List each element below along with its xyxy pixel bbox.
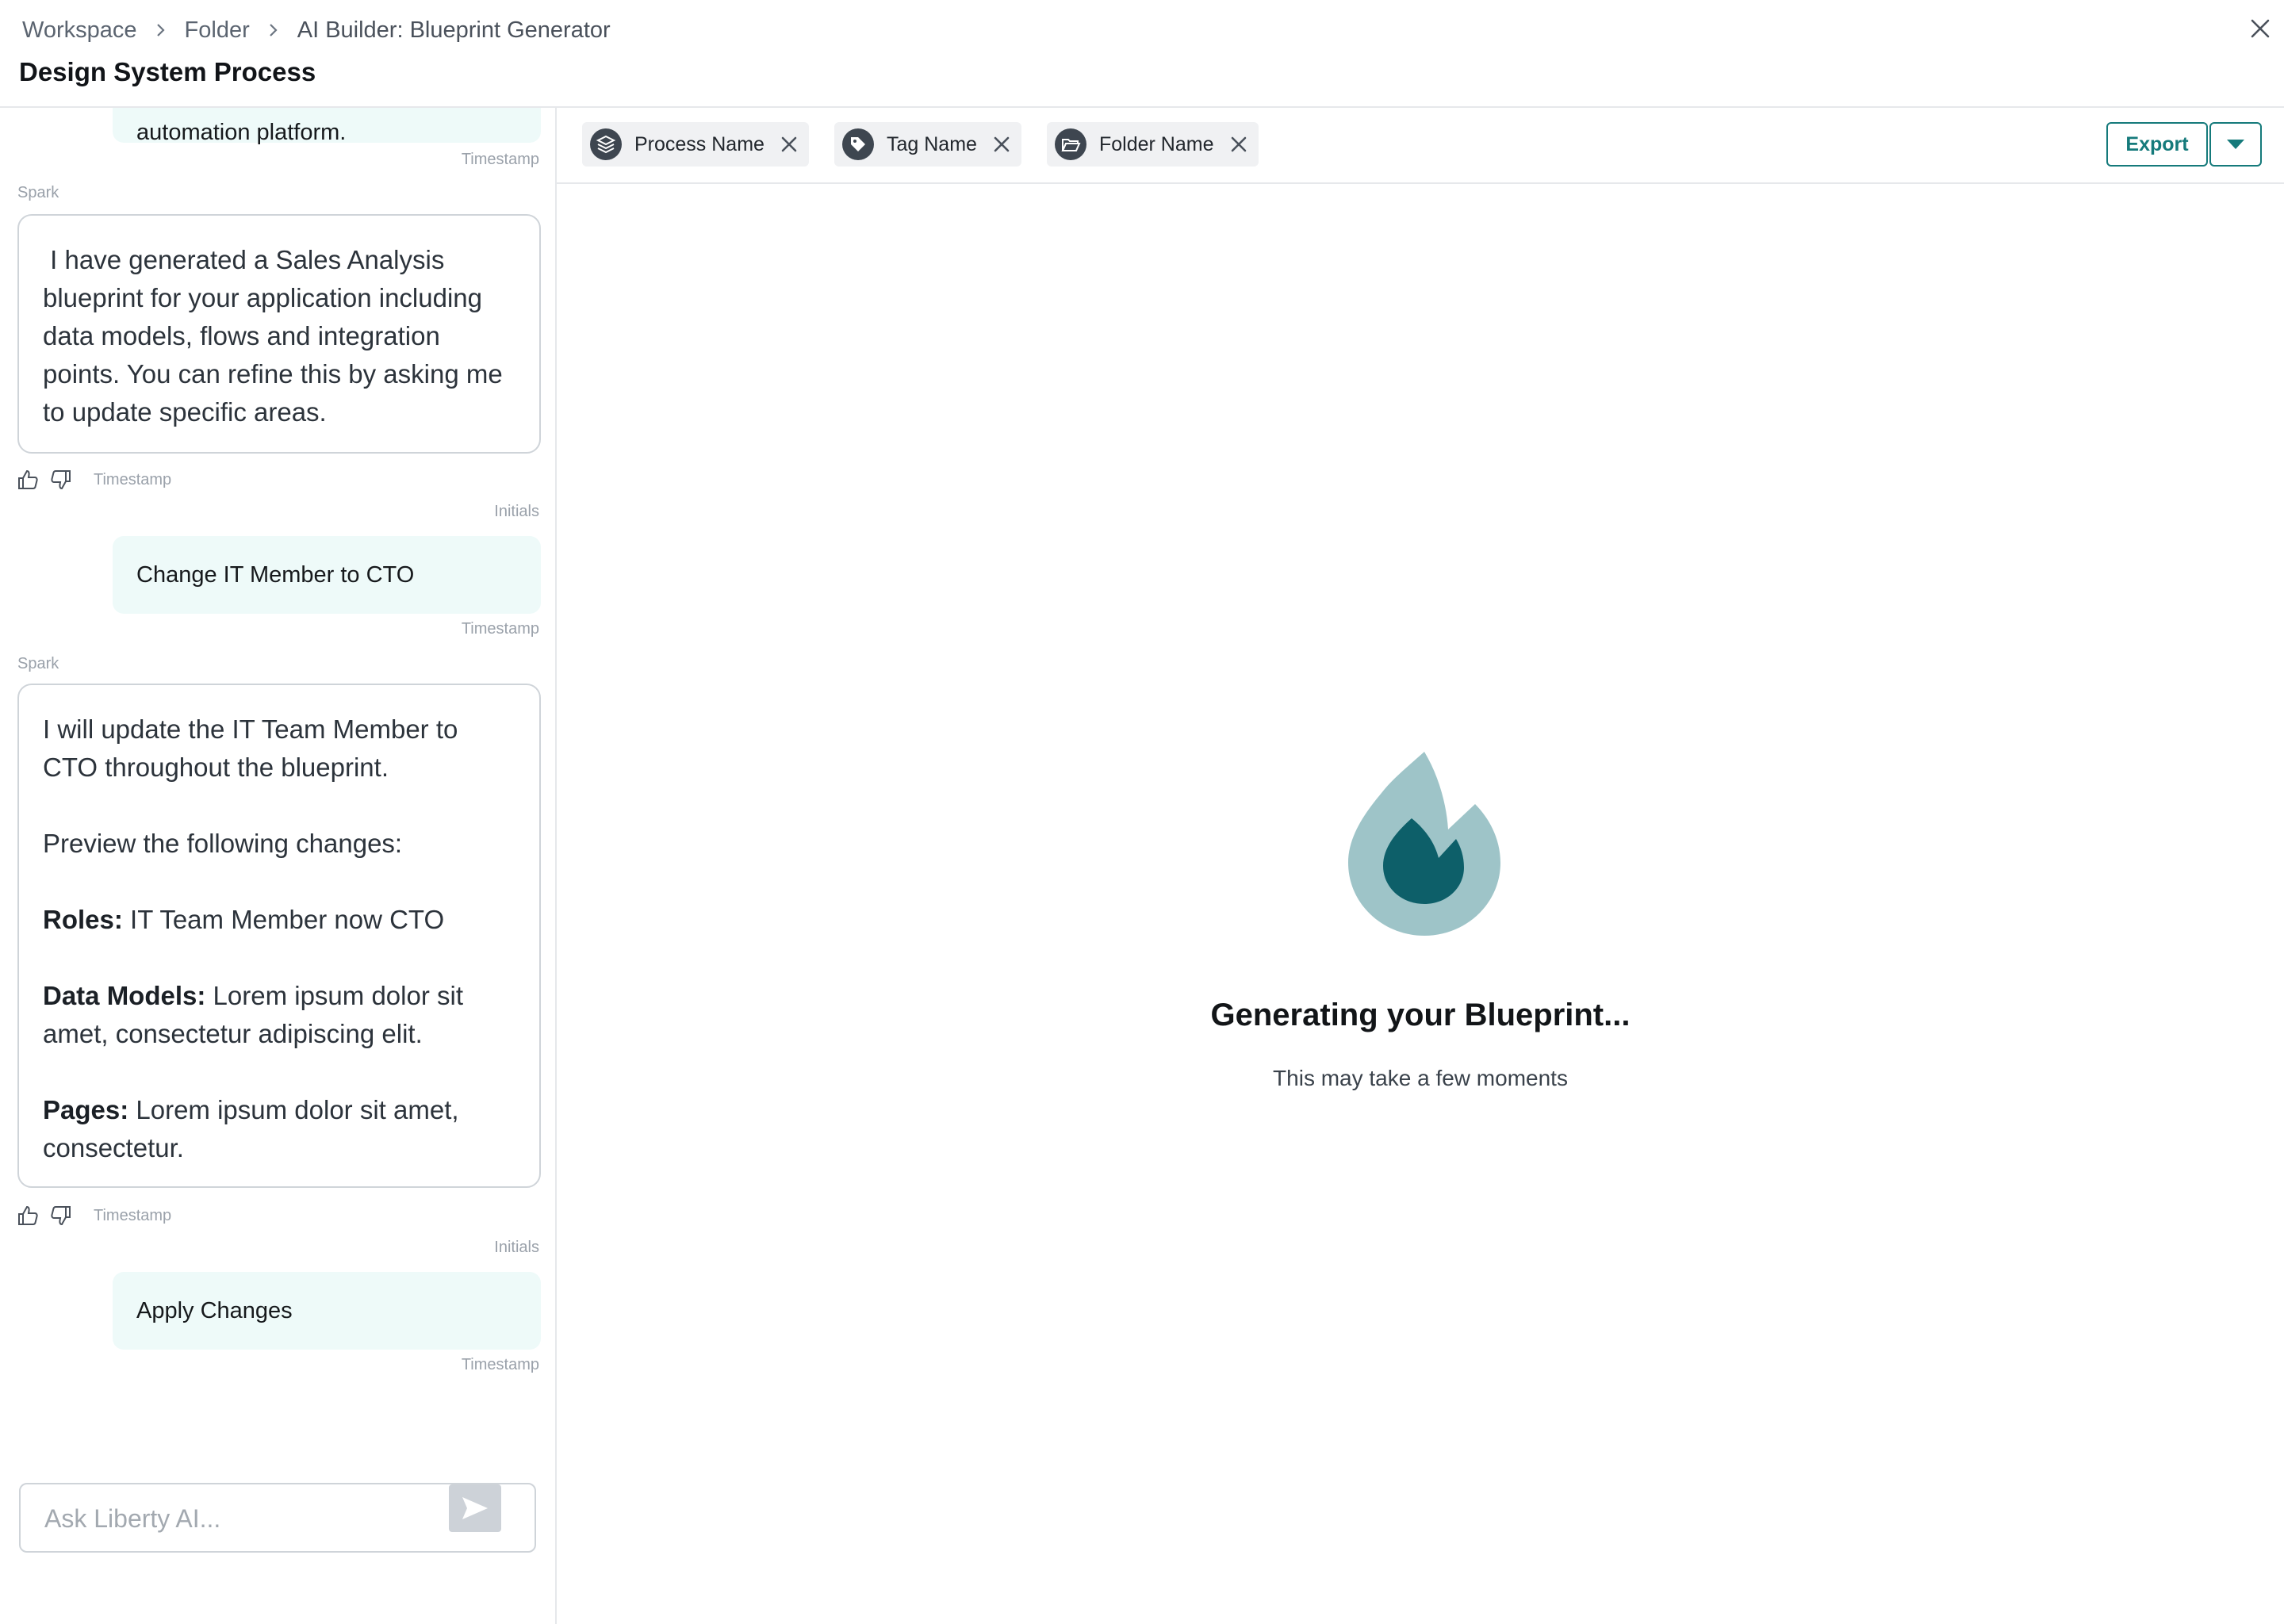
user-message-text: Apply Changes	[136, 1297, 293, 1323]
chip-label: Tag Name	[887, 132, 977, 155]
tag-icon	[842, 128, 874, 160]
sender-label: Spark	[17, 184, 59, 201]
chip-folder-name[interactable]: Folder Name	[1047, 122, 1259, 167]
loading-title: Generating your Blueprint...	[1210, 998, 1631, 1032]
change-pages: Pages: Lorem ipsum dolor sit amet, conse…	[43, 1091, 515, 1167]
flame-icon	[1348, 752, 1500, 936]
ai-message-text: I have generated a Sales Analysis bluepr…	[43, 245, 510, 427]
send-icon	[462, 1497, 488, 1519]
message-timestamp: Timestamp	[461, 151, 539, 168]
change-pages-label: Pages:	[43, 1095, 129, 1124]
app-window: Workspace Folder AI Builder: Blueprint G…	[0, 0, 2284, 1624]
close-icon[interactable]	[1227, 132, 1251, 156]
close-button[interactable]	[2246, 14, 2274, 43]
send-button[interactable]	[449, 1484, 501, 1532]
message-timestamp: Timestamp	[461, 620, 539, 638]
thumbs-up-icon[interactable]	[16, 1204, 40, 1228]
change-data-models: Data Models: Lorem ipsum dolor sit amet,…	[43, 977, 515, 1053]
thumbs-up-icon[interactable]	[16, 468, 40, 492]
message-timestamp: Timestamp	[94, 1206, 172, 1224]
message-timestamp: Timestamp	[461, 1356, 539, 1373]
toolbar: Process Name Tag Name Folder Name Export	[557, 108, 2284, 184]
ask-input-box	[19, 1483, 536, 1553]
chat-panel: automation platform. Timestamp Spark I h…	[0, 108, 557, 1624]
user-initials: Initials	[494, 503, 539, 520]
ai-message-bubble: I have generated a Sales Analysis bluepr…	[17, 214, 541, 454]
change-data-models-label: Data Models:	[43, 981, 206, 1010]
chevron-right-icon	[137, 22, 185, 38]
breadcrumb-folder[interactable]: Folder	[185, 17, 250, 44]
close-icon	[2251, 19, 2270, 38]
change-roles-text: IT Team Member now CTO	[122, 905, 445, 934]
chat-messages[interactable]: automation platform. Timestamp Spark I h…	[0, 108, 555, 1456]
export-dropdown-button[interactable]	[2209, 122, 2262, 167]
loading-subtitle: This may take a few moments	[1273, 1066, 1568, 1090]
thumbs-down-icon[interactable]	[49, 1204, 73, 1228]
ai-message-preview: Preview the following changes:	[43, 829, 403, 858]
chip-tag-name[interactable]: Tag Name	[834, 122, 1021, 167]
chip-label: Folder Name	[1099, 132, 1214, 155]
close-icon[interactable]	[990, 132, 1014, 156]
main-panel: Process Name Tag Name Folder Name Export…	[557, 108, 2284, 1624]
export-button[interactable]: Export	[2106, 122, 2208, 167]
page-title: Design System Process	[19, 57, 316, 86]
thumbs-down-icon[interactable]	[49, 468, 73, 492]
change-roles-label: Roles:	[43, 905, 123, 934]
layers-icon	[590, 128, 622, 160]
folder-open-icon	[1055, 128, 1086, 160]
chevron-right-icon	[250, 22, 297, 38]
ai-message-intro: I will update the IT Team Member to CTO …	[43, 714, 458, 782]
caret-down-icon	[2227, 140, 2244, 149]
breadcrumb: Workspace Folder AI Builder: Blueprint G…	[22, 14, 611, 46]
user-message-text: automation platform.	[136, 120, 347, 145]
close-icon[interactable]	[777, 132, 801, 156]
header: Workspace Folder AI Builder: Blueprint G…	[0, 0, 2284, 108]
message-timestamp: Timestamp	[94, 470, 172, 488]
sender-label: Spark	[17, 655, 59, 672]
change-roles: Roles: IT Team Member now CTO	[43, 901, 515, 939]
user-message-bubble: Change IT Member to CTO	[113, 536, 541, 614]
feedback-row: Timestamp	[16, 1204, 171, 1228]
feedback-row: Timestamp	[16, 468, 171, 492]
chip-process-name[interactable]: Process Name	[582, 122, 809, 167]
ai-message-bubble: I will update the IT Team Member to CTO …	[17, 684, 541, 1188]
breadcrumb-current: AI Builder: Blueprint Generator	[297, 17, 611, 43]
breadcrumb-workspace[interactable]: Workspace	[22, 17, 137, 44]
user-message-bubble: Apply Changes	[113, 1272, 541, 1350]
chip-label: Process Name	[634, 132, 765, 155]
user-initials: Initials	[494, 1239, 539, 1256]
ask-input[interactable]	[44, 1500, 441, 1537]
user-message-text: Change IT Member to CTO	[136, 561, 415, 588]
user-message-bubble: automation platform.	[113, 108, 541, 145]
